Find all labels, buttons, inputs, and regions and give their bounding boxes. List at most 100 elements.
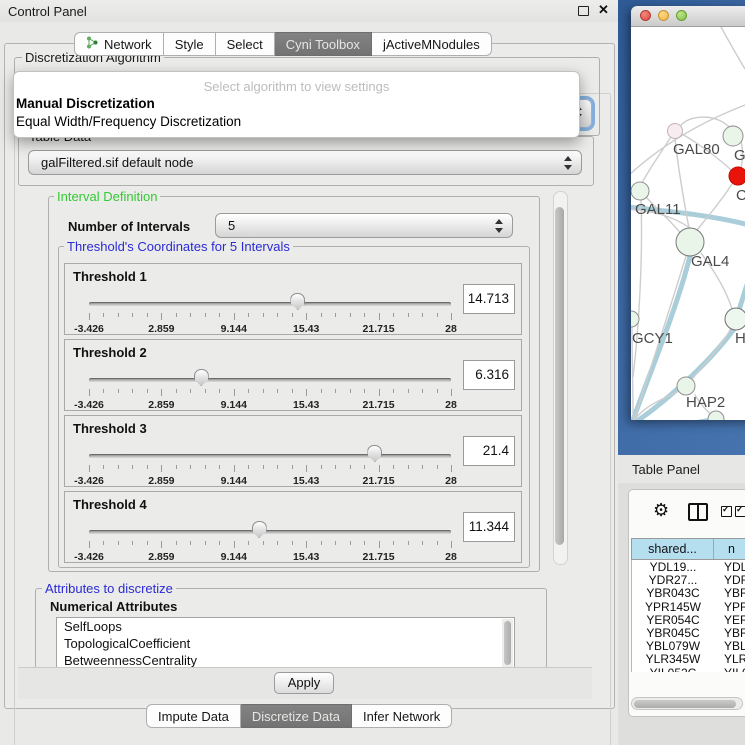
table-row[interactable]: YER054CYER0 (632, 613, 745, 626)
table-panel-card: ⚙ shared... n YDL19...YDL1YDR27...YDR2YB… (628, 489, 745, 717)
list-scrollbar[interactable] (502, 619, 513, 667)
node-label: GA (734, 147, 745, 164)
table-row[interactable]: YPR145WYPR1 (632, 600, 745, 613)
table-row[interactable]: YBL079WYBL0 (632, 639, 745, 652)
threshold-value-field[interactable]: 14.713 (463, 284, 515, 314)
threshold-value-field[interactable]: 6.316 (463, 360, 515, 390)
tab-infer-network[interactable]: Infer Network (352, 704, 452, 728)
network-edge[interactable] (633, 200, 642, 377)
tick-mark (408, 465, 409, 469)
network-window-titlebar (631, 6, 745, 27)
network-edge[interactable] (739, 263, 745, 310)
checkbox-icon[interactable] (735, 506, 745, 517)
tick-mark (335, 465, 336, 469)
threshold-slider[interactable]: -3.4262.8599.14415.4321.71528 (89, 290, 451, 336)
table-row[interactable]: YDL19...YDL1 (632, 560, 745, 573)
tick-mark (248, 465, 249, 469)
column-header-name[interactable]: n (714, 539, 745, 559)
tick-mark (263, 465, 264, 469)
top-right-node[interactable] (723, 126, 743, 146)
tick-mark (335, 313, 336, 317)
gal11-node[interactable] (631, 182, 649, 200)
column-header-shared-name[interactable]: shared... (632, 539, 714, 559)
slider-tick-labels: -3.4262.8599.14415.4321.71528 (89, 551, 451, 563)
hap2-node[interactable] (677, 377, 695, 395)
slider-tick-labels: -3.4262.8599.14415.4321.71528 (89, 399, 451, 411)
tick-label: 9.144 (221, 323, 247, 335)
table-row[interactable]: YDR27...YDR2 (632, 573, 745, 586)
network-edge[interactable] (697, 184, 732, 230)
list-item[interactable]: SelfLoops (57, 618, 514, 635)
tick-mark (379, 313, 380, 320)
tick-label: 2.859 (148, 551, 174, 563)
threshold-value-field[interactable]: 21.4 (463, 436, 515, 466)
network-canvas[interactable]: GAL80GACGAL11GAL4GCY1HHAP2 (631, 27, 745, 420)
threshold-label: Threshold 1 (73, 269, 147, 284)
threshold-slider[interactable]: -3.4262.8599.14415.4321.71528 (89, 442, 451, 488)
tick-label: 15.43 (293, 551, 319, 563)
gal4-node[interactable] (676, 228, 704, 256)
slider-tick-labels: -3.4262.8599.14415.4321.71528 (89, 475, 451, 487)
table-row[interactable]: YIL052CYIL0 (632, 666, 745, 673)
table-data-combo[interactable]: galFiltered.sif default node (28, 150, 582, 175)
tick-mark (437, 541, 438, 545)
app-root: Control Panel ✕ NetworkStyleSelectCyni T… (0, 0, 745, 745)
slider-thumb[interactable] (252, 521, 267, 538)
tick-mark (234, 389, 235, 396)
tab-jactivemnodules[interactable]: jActiveMNodules (372, 32, 492, 56)
apply-button[interactable]: Apply (274, 672, 334, 694)
algorithm-option-equal-width-frequency-discretization[interactable]: Equal Width/Frequency Discretization (16, 114, 577, 129)
cell-shared-name: YBL079W (632, 639, 714, 652)
tick-mark (277, 465, 278, 469)
spinner-stepper-icon (494, 218, 503, 234)
tick-mark (118, 541, 119, 545)
red-node[interactable] (729, 167, 745, 185)
float-window-icon[interactable] (578, 6, 589, 16)
checkbox-icon[interactable] (721, 506, 732, 517)
slider-thumb[interactable] (194, 369, 209, 386)
threshold-slider[interactable]: -3.4262.8599.14415.4321.71528 (89, 518, 451, 564)
table-rows: YDL19...YDL1YDR27...YDR2YBR043CYBR0YPR14… (631, 560, 745, 672)
bottom-node[interactable] (708, 411, 724, 420)
horizontal-scrollbar[interactable] (631, 697, 743, 710)
network-edge[interactable] (721, 27, 745, 69)
gal80-node[interactable] (668, 124, 683, 139)
split-view-icon[interactable] (688, 503, 708, 521)
threshold-value-field[interactable]: 11.344 (463, 512, 515, 542)
slider-thumb[interactable] (367, 445, 382, 462)
numerical-attributes-list[interactable]: SelfLoopsTopologicalCoefficientBetweenne… (56, 617, 515, 669)
slider-thumb[interactable] (290, 293, 305, 310)
table-row[interactable]: YLR345WYLR3 (632, 652, 745, 665)
interval-group-label: Interval Definition (54, 190, 160, 203)
tick-mark (451, 313, 452, 320)
tick-mark (321, 541, 322, 545)
number-of-intervals-spinner[interactable]: 5 (215, 213, 513, 238)
tab-network[interactable]: Network (74, 32, 164, 56)
tick-mark (306, 541, 307, 548)
close-icon[interactable]: ✕ (598, 2, 609, 18)
tab-cyni-toolbox[interactable]: Cyni Toolbox (275, 32, 372, 56)
cell-shared-name: YLR345W (632, 652, 714, 665)
scrollbar-thumb[interactable] (555, 207, 564, 545)
threshold-slider[interactable]: -3.4262.8599.14415.4321.71528 (89, 366, 451, 412)
tab-style[interactable]: Style (164, 32, 216, 56)
tick-label: 9.144 (221, 399, 247, 411)
minimize-traffic-light-icon[interactable] (658, 10, 669, 21)
algorithm-option-manual-discretization[interactable]: Manual Discretization (16, 96, 577, 111)
table-row[interactable]: YBR043CYBR0 (632, 586, 745, 599)
cell-name: YIL0 (714, 666, 745, 673)
h-node[interactable] (725, 308, 745, 330)
vertical-scrollbar[interactable] (553, 191, 568, 565)
zoom-traffic-light-icon[interactable] (676, 10, 687, 21)
table-row[interactable]: YBR045CYBR0 (632, 626, 745, 639)
tab-select[interactable]: Select (216, 32, 275, 56)
tab-discretize-data[interactable]: Discretize Data (241, 704, 352, 728)
tab-impute-data[interactable]: Impute Data (146, 704, 241, 728)
cell-shared-name: YIL052C (632, 666, 714, 673)
list-item[interactable]: TopologicalCoefficient (57, 635, 514, 652)
tick-mark (393, 541, 394, 545)
close-traffic-light-icon[interactable] (640, 10, 651, 21)
gear-icon[interactable]: ⚙ (653, 500, 669, 521)
tick-label: 28 (445, 323, 457, 335)
tick-mark (350, 313, 351, 317)
